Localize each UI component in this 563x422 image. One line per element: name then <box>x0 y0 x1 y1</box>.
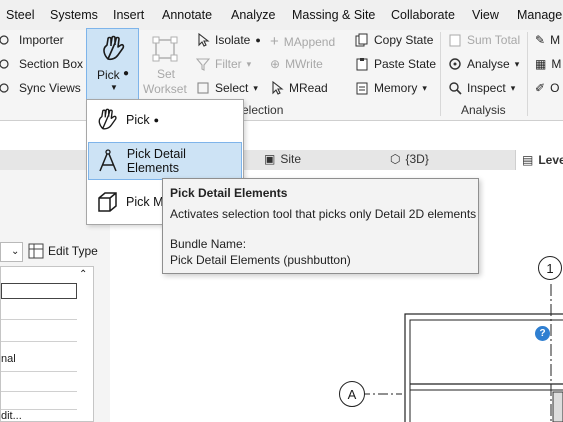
menu-collaborate[interactable]: Collaborate <box>391 8 455 22</box>
section-box-icon <box>0 59 9 69</box>
grid-bubble-a[interactable]: A <box>339 381 365 407</box>
grid-icon: ▦ <box>535 57 547 71</box>
analysis-group-label: Analysis <box>461 103 506 117</box>
pick-hand-icon <box>103 35 125 61</box>
edit-type-icon <box>28 243 44 259</box>
help-marker-icon[interactable]: ? <box>535 326 550 341</box>
tab-3d[interactable]: ⬡ {3D} <box>390 152 429 166</box>
memory-icon <box>356 82 368 95</box>
select-box-icon <box>197 82 209 94</box>
menu-view[interactable]: View <box>472 8 499 22</box>
filter-button[interactable]: Filter ▾ <box>196 57 251 71</box>
cube-icon <box>98 192 117 212</box>
site-view-icon: ▣ <box>264 152 276 166</box>
analyse-chevron-down-icon: ▾ <box>514 58 520 69</box>
view-tab-strip: ▣ Site ⬡ {3D} ▤ Leve <box>0 150 563 171</box>
tool-icon: ✎ <box>535 33 546 47</box>
ribbon-separator-2 <box>527 32 528 116</box>
tab-level[interactable]: ▤ Leve <box>515 150 563 170</box>
type-selector-chevron-down-icon: ⌄ <box>11 246 20 257</box>
menu-insert[interactable]: Insert <box>113 8 144 22</box>
set-workset-label-2: Workset <box>143 82 187 96</box>
menu-item-pick[interactable]: Pick ● <box>88 101 242 139</box>
inspect-chevron-down-icon: ▾ <box>510 82 516 93</box>
memory-chevron-down-icon: ▾ <box>422 82 427 93</box>
isolate-dot-icon: ● <box>255 35 261 45</box>
drafting-compass-icon <box>99 149 117 172</box>
cursor-icon <box>198 33 210 47</box>
sync-views-button[interactable]: Sync Views <box>0 81 81 95</box>
tab-site[interactable]: ▣ Site <box>264 152 301 166</box>
menu-steel[interactable]: Steel <box>6 8 35 22</box>
table-row[interactable] <box>1 283 77 299</box>
3d-view-icon: ⬡ <box>390 152 401 166</box>
menu-systems[interactable]: Systems <box>50 8 98 22</box>
paste-state-button[interactable]: Paste State <box>355 57 436 71</box>
pick-chevron-down-icon: ▼ <box>110 83 118 92</box>
mwrite-plus-icon: ⊕ <box>270 57 281 71</box>
memory-button[interactable]: Memory ▾ <box>355 81 427 95</box>
set-workset-icon <box>152 36 178 62</box>
tooltip-description: Activates selection tool that picks only… <box>170 207 477 221</box>
selection-group-label: election <box>242 103 284 117</box>
tooltip: Pick Detail Elements Activates selection… <box>162 178 479 274</box>
wrench-icon: ✐ <box>535 81 546 95</box>
table-row[interactable] <box>1 375 77 392</box>
tooltip-bundle-value: Pick Detail Elements (pushbutton) <box>170 253 351 267</box>
table-row[interactable]: dit... <box>1 410 77 422</box>
menu-analyze[interactable]: Analyze <box>231 8 275 22</box>
pick-hand-icon <box>98 108 117 130</box>
table-row[interactable] <box>1 325 77 342</box>
table-row[interactable] <box>1 303 77 320</box>
importer-icon <box>0 35 9 45</box>
menu-item-pick-detail-elements[interactable]: Pick Detail Elements <box>88 142 242 180</box>
sum-icon <box>449 34 461 47</box>
menu-massing-site[interactable]: Massing & Site <box>292 8 375 22</box>
mread-icon <box>272 81 284 95</box>
menu-bar: Steel Systems Insert Annotate Analyze Ma… <box>0 0 563 31</box>
sum-total-button[interactable]: Sum Total <box>448 33 520 47</box>
ribbon: Importer Section Box Sync Views Pick ● ▼… <box>0 28 563 121</box>
filter-chevron-down-icon: ▾ <box>246 58 252 69</box>
analyse-button[interactable]: Analyse ▾ <box>448 57 519 71</box>
menu-manage[interactable]: Manage <box>517 8 562 22</box>
m-button-1[interactable]: ✎ M <box>535 33 560 47</box>
collapse-chevron-up-icon[interactable]: ⌃ <box>79 269 87 280</box>
copy-icon <box>355 33 368 47</box>
edit-type-button[interactable]: Edit Type <box>28 243 98 259</box>
table-row[interactable]: nal <box>1 353 77 372</box>
isolate-button[interactable]: Isolate ● <box>196 33 261 47</box>
pick-button[interactable]: Pick ● ▼ <box>86 28 139 100</box>
inspect-button[interactable]: Inspect ▾ <box>448 81 515 95</box>
mread-button[interactable]: MRead <box>270 81 328 95</box>
o-button[interactable]: ✐ O <box>535 81 559 95</box>
grid-bubble-1[interactable]: 1 <box>538 256 562 280</box>
importer-button[interactable]: Importer <box>0 33 64 47</box>
mappend-button[interactable]: + MAppend <box>270 33 335 50</box>
type-selector[interactable]: ⌄ <box>0 242 23 262</box>
tooltip-bundle-label: Bundle Name: <box>170 237 247 251</box>
plus-icon: + <box>270 33 279 50</box>
menu-annotate[interactable]: Annotate <box>162 8 212 22</box>
section-box-button[interactable]: Section Box <box>0 57 83 71</box>
pick-label: Pick <box>97 68 120 82</box>
pick-dot-icon: ● <box>123 68 130 79</box>
mwrite-button[interactable]: ⊕ MWrite <box>270 57 323 71</box>
level-view-icon: ▤ <box>522 153 534 167</box>
select-button[interactable]: Select ▾ <box>196 81 258 95</box>
table-row[interactable] <box>1 395 77 410</box>
sync-views-icon <box>0 83 9 93</box>
copy-state-button[interactable]: Copy State <box>355 33 433 47</box>
paste-icon <box>356 58 368 71</box>
analyse-icon <box>449 58 461 70</box>
properties-grid: ⌃ nal dit... <box>0 266 94 422</box>
pick-dot-icon: ● <box>153 115 160 125</box>
inspect-icon <box>449 82 462 95</box>
set-workset-label-1: Set <box>157 67 176 81</box>
m-button-2[interactable]: ▦ M <box>535 57 561 71</box>
ribbon-separator <box>440 32 441 116</box>
select-chevron-down-icon: ▾ <box>253 82 258 93</box>
tooltip-title: Pick Detail Elements <box>170 186 288 200</box>
filter-icon <box>196 58 210 71</box>
